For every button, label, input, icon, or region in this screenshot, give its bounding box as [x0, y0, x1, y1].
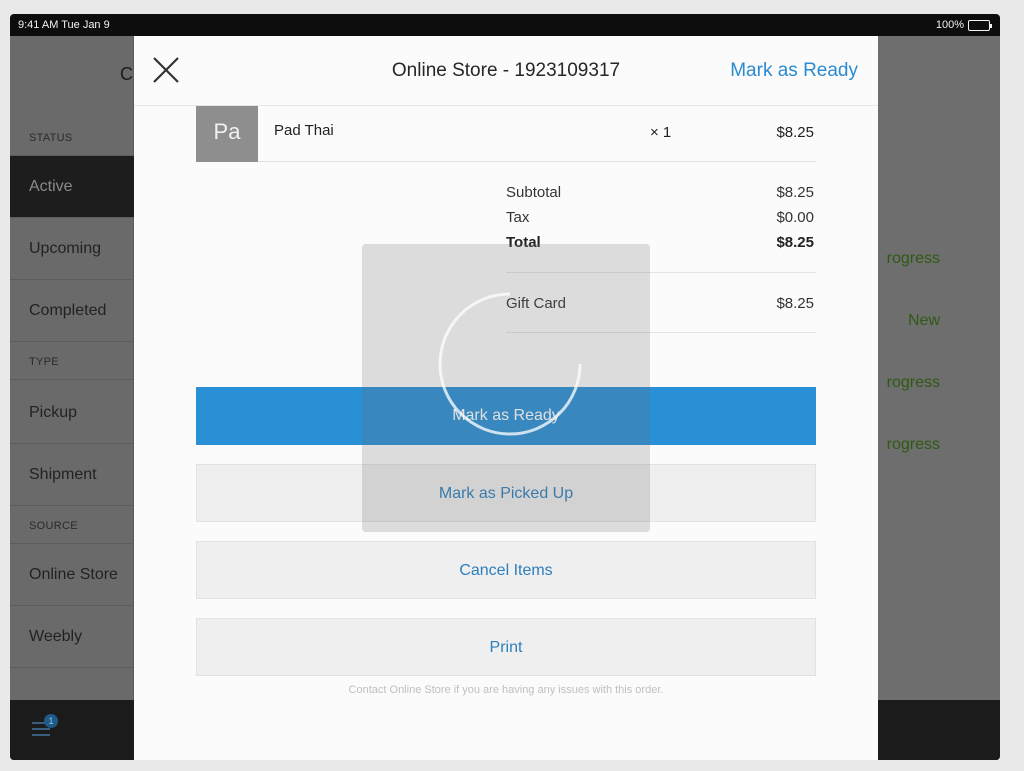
item-avatar: Pa [196, 106, 258, 162]
tablet-screen: 9:41 AM Tue Jan 9 100% C STATUS Active U… [10, 14, 1000, 760]
section-status: STATUS [10, 118, 134, 156]
sidebar-item-pickup[interactable]: Pickup [10, 382, 134, 444]
section-type: TYPE [10, 342, 134, 380]
battery-indicator: 100% [935, 19, 992, 31]
mark-ready-header-button[interactable]: Mark as Ready [730, 60, 858, 82]
cancel-items-button[interactable]: Cancel Items [196, 541, 816, 599]
print-button[interactable]: Print [196, 618, 816, 676]
battery-percent: 100% [935, 19, 964, 31]
battery-icon [968, 19, 992, 31]
total-value: $8.25 [776, 234, 814, 251]
order-detail-modal: Online Store - 1923109317 Mark as Ready … [134, 36, 878, 760]
status-time: 9:41 AM Tue Jan 9 [18, 19, 110, 31]
item-name: Pad Thai [274, 122, 334, 139]
subtotal-label: Subtotal [506, 184, 562, 201]
sidebar-item-shipment[interactable]: Shipment [10, 444, 134, 506]
item-price: $8.25 [776, 124, 814, 141]
sidebar-item-completed[interactable]: Completed [10, 280, 134, 342]
filter-sidebar: C STATUS Active Upcoming Completed TYPE … [10, 36, 134, 700]
sidebar-item-active[interactable]: Active [10, 156, 134, 218]
notification-badge: 1 [44, 714, 58, 728]
subtotal-row: Subtotal $8.25 [506, 184, 816, 208]
sidebar-item-weebly[interactable]: Weebly [10, 606, 134, 668]
sidebar-header-partial: C [120, 64, 133, 84]
sidebar-item-online-store[interactable]: Online Store [10, 544, 134, 606]
order-status-label: New [907, 312, 940, 329]
order-status-label: rogress [886, 374, 940, 391]
section-source: SOURCE [10, 506, 134, 544]
order-status-label: rogress [886, 436, 940, 453]
modal-header: Online Store - 1923109317 Mark as Ready [134, 36, 878, 106]
line-item: Pa Pad Thai × 1 $8.25 [196, 106, 816, 162]
contact-note: Contact Online Store if you are having a… [348, 684, 664, 696]
status-bar: 9:41 AM Tue Jan 9 100% [10, 14, 1000, 36]
sidebar-item-upcoming[interactable]: Upcoming [10, 218, 134, 280]
item-quantity: × 1 [650, 124, 672, 141]
loading-overlay [362, 244, 650, 532]
tax-label: Tax [506, 209, 530, 226]
tax-row: Tax $0.00 [506, 209, 816, 233]
order-status-label: rogress [886, 250, 940, 267]
spinner-icon [438, 292, 582, 436]
subtotal-value: $8.25 [776, 184, 814, 201]
payment-amount: $8.25 [776, 295, 814, 312]
tax-value: $0.00 [776, 209, 814, 226]
